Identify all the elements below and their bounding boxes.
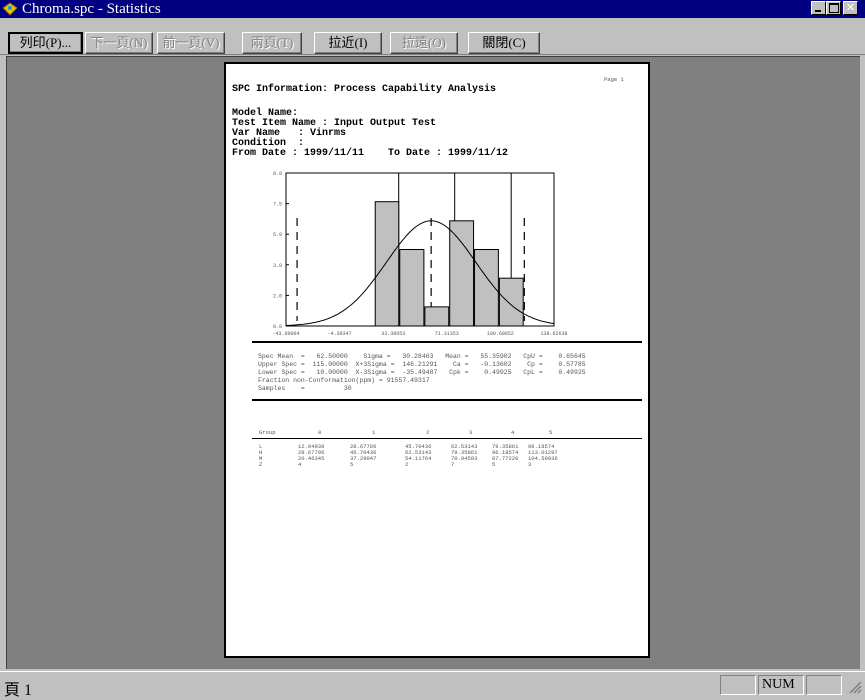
report-title: SPC Information: Process Capability Anal… (232, 84, 497, 95)
x-tick-label: 109.60852 (487, 331, 514, 337)
prev-page-button[interactable]: 前一頁(V) (157, 32, 225, 54)
minimize-button[interactable] (811, 1, 826, 15)
group-cell: 5 (350, 461, 354, 468)
maximize-button[interactable] (826, 1, 841, 15)
x-tick-label: 33.38653 (381, 331, 405, 337)
stats-line: Lower Spec = 10.00000 X-3Sigma = -35.494… (258, 369, 586, 376)
group-cell: 54.11764 (405, 455, 432, 462)
report-page: Page 1 SPC Information: Process Capabili… (224, 62, 650, 658)
preview-toolbar: 列印(P)... 下一頁(N) 前一頁(V) 兩頁(T) 拉近(I) 拉遠(O)… (0, 18, 865, 55)
group-table-header: 5 (549, 429, 553, 436)
group-table-header: 3 (469, 429, 473, 436)
next-page-button[interactable]: 下一頁(N) (85, 32, 153, 54)
group-cell: 2 (405, 461, 409, 468)
group-cell: 104.59936 (528, 455, 558, 462)
group-cell: 37.29047 (350, 455, 377, 462)
x-tick-label: 138.62638 (540, 331, 567, 337)
group-cell: 4 (298, 461, 302, 468)
close-button[interactable]: 關閉(C) (468, 32, 540, 54)
divider (252, 341, 642, 343)
title-bar: Chroma.spc - Statistics ✕ (0, 0, 865, 18)
status-bar: 頁 1 NUM (0, 671, 865, 699)
y-tick-label: 7.5 (273, 202, 282, 208)
group-cell: 70.94503 (451, 455, 478, 462)
stats-line: Fraction non-Conformation(ppm) = 91557.4… (258, 377, 430, 384)
group-cell: 87.77220 (492, 455, 519, 462)
group-table-header: 0 (318, 429, 322, 436)
group-cell: 5 (492, 461, 496, 468)
date-range-line: From Date : 1999/11/11 To Date : 1999/11… (232, 148, 509, 159)
y-tick-label: 2.0 (273, 293, 282, 299)
group-table-header: Group (259, 429, 276, 436)
close-icon[interactable]: ✕ (843, 1, 858, 15)
y-tick-label: 8.0 (273, 171, 282, 177)
group-cell: 20.46345 (298, 455, 325, 462)
divider (252, 438, 642, 439)
resize-grip-icon[interactable] (848, 680, 862, 694)
status-pane (806, 675, 842, 695)
two-pages-button[interactable]: 兩頁(T) (242, 32, 302, 54)
y-tick-label: 3.0 (273, 263, 282, 269)
x-tick-label: -4.39347 (328, 331, 352, 337)
x-tick-label: 71.31353 (435, 331, 459, 337)
stats-line: Upper Spec = 115.00000 X+3Sigma = 146.21… (258, 361, 586, 368)
group-cell: 7 (451, 461, 455, 468)
print-button[interactable]: 列印(P)... (8, 32, 83, 54)
group-table-header: 2 (426, 429, 430, 436)
status-num: NUM (758, 675, 804, 695)
histogram-bar (399, 249, 425, 327)
histogram-bar (424, 306, 450, 327)
histogram-bar (498, 277, 524, 327)
zoom-out-button[interactable]: 拉遠(O) (390, 32, 458, 54)
divider (252, 399, 642, 401)
window-title: Chroma.spc - Statistics (22, 1, 161, 17)
app-icon (2, 2, 18, 16)
histogram-bar (449, 220, 475, 327)
page-number-label: Page 1 (604, 76, 624, 83)
status-page: 頁 1 (4, 682, 33, 699)
group-cell: 3 (528, 461, 532, 468)
y-tick-label: 0.0 (273, 324, 282, 330)
y-tick-label: 5.0 (273, 232, 282, 238)
histogram-chart: 8.0 7.5 5.0 3.0 2.0 0.0-43.00064 -4.39347 33.38… (272, 171, 567, 337)
stats-line: Samples = 30 (258, 385, 352, 392)
stats-line: Spec Mean = 62.50000 Sigma = 30.28463 Me… (258, 353, 586, 360)
window-controls: ✕ (807, 1, 865, 17)
group-table-header: 1 (372, 429, 376, 436)
status-pane (720, 675, 756, 695)
group-table-header: 4 (511, 429, 515, 436)
group-row-label: Z (259, 461, 263, 468)
x-tick-label: -43.00064 (272, 331, 299, 337)
histogram-bar (374, 201, 400, 327)
zoom-in-button[interactable]: 拉近(I) (314, 32, 382, 54)
